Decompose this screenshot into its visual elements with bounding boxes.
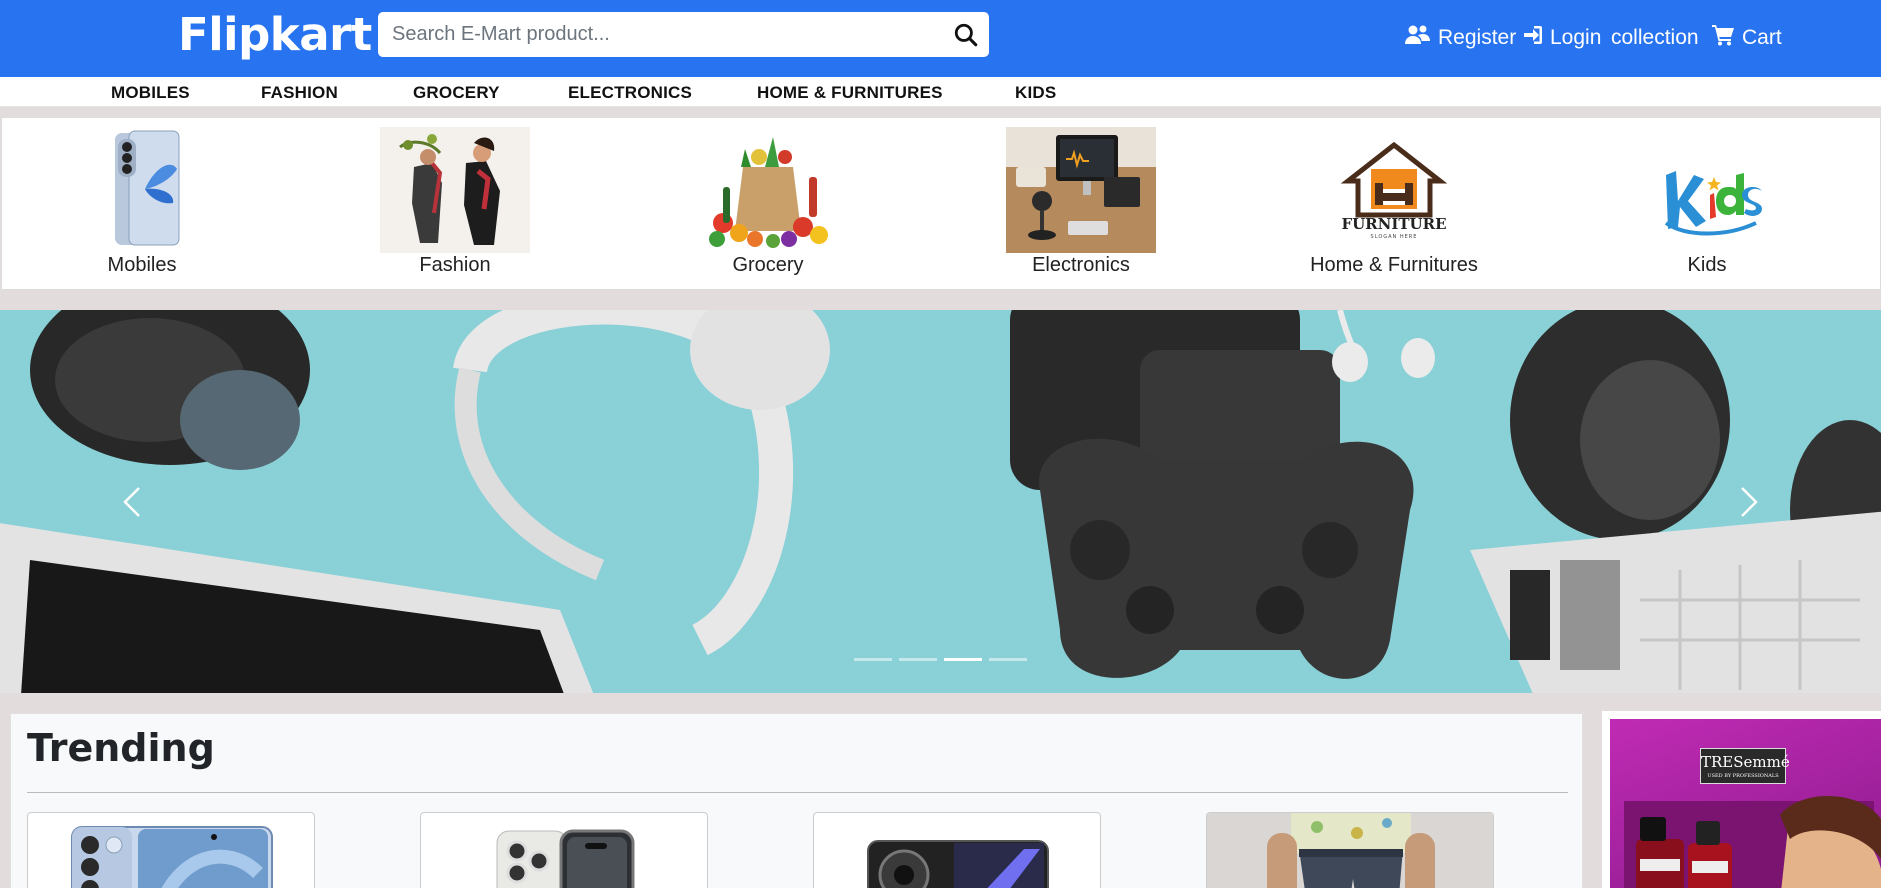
cart-link[interactable]: Cart (1712, 23, 1782, 53)
hero-carousel[interactable] (0, 310, 1881, 693)
carousel-indicator-active[interactable] (944, 658, 982, 661)
collection-link[interactable]: collection (1611, 23, 1699, 53)
grocery-image (709, 137, 828, 248)
register-label: Register (1438, 26, 1517, 49)
product-image (867, 840, 1049, 888)
tile-mobiles[interactable]: Mobiles (42, 118, 242, 290)
trending-title: Trending (27, 726, 215, 770)
collection-label: collection (1611, 26, 1699, 49)
login-link[interactable]: Login (1522, 23, 1601, 53)
nav-electronics[interactable]: ELECTRONICS (568, 83, 692, 103)
tile-label: Fashion (419, 254, 491, 276)
cart-label: Cart (1742, 26, 1782, 49)
product-image (1207, 813, 1493, 888)
sign-in-icon (1522, 24, 1544, 52)
tile-electronics[interactable]: Electronics (981, 118, 1181, 290)
trending-section: Trending (10, 713, 1583, 888)
nav-kids[interactable]: KIDS (1015, 83, 1056, 103)
tile-label: Home & Furnitures (1310, 254, 1478, 276)
nav-home-furnitures[interactable]: HOME & FURNITURES (757, 83, 943, 103)
ad-brand-text: TRESemmé (1701, 753, 1790, 771)
search-icon[interactable] (953, 22, 979, 48)
tile-label: Electronics (1032, 254, 1130, 276)
nav-grocery[interactable]: GROCERY (413, 83, 500, 103)
product-card[interactable] (813, 812, 1101, 888)
carousel-indicator[interactable] (989, 658, 1027, 661)
tile-label: Grocery (732, 254, 804, 276)
tile-label: Mobiles (107, 254, 177, 276)
ad-tagline-text: USED BY PROFESSIONALS (1707, 773, 1779, 779)
product-image (71, 826, 273, 888)
users-icon (1404, 24, 1432, 52)
search-bar (378, 12, 989, 57)
product-card[interactable] (1206, 812, 1494, 888)
category-nav: MOBILES FASHION GROCERY ELECTRONICS HOME… (0, 77, 1881, 107)
search-input[interactable] (392, 12, 932, 57)
carousel-prev-icon[interactable] (113, 482, 153, 522)
ad-artwork (1624, 795, 1881, 888)
furniture-logo-text: FURNITURE (1341, 215, 1446, 233)
carousel-slide-image (0, 310, 1881, 693)
fashion-image (380, 127, 530, 253)
tile-label: Kids (1687, 254, 1727, 276)
product-card[interactable] (420, 812, 708, 888)
nav-mobiles[interactable]: MOBILES (111, 83, 190, 103)
section-divider (27, 792, 1568, 793)
product-card[interactable] (27, 812, 315, 888)
brand-logo[interactable]: Flipkart (178, 8, 372, 61)
ad-brand-logo: TRESemmé USED BY PROFESSIONALS (1700, 748, 1790, 784)
mobiles-image (115, 130, 180, 246)
carousel-next-icon[interactable] (1728, 482, 1768, 522)
furniture-logo-image: FURNITURE SLOGAN HERE (1340, 141, 1448, 240)
carousel-indicator[interactable] (899, 658, 937, 661)
tile-fashion[interactable]: Fashion (355, 118, 555, 290)
login-label: Login (1550, 26, 1602, 49)
register-link[interactable]: Register (1404, 23, 1516, 53)
carousel-indicator[interactable] (854, 658, 892, 661)
top-header: Flipkart Register Login collection Cart (0, 0, 1881, 77)
tile-kids[interactable]: Kids (1607, 118, 1807, 290)
tile-grocery[interactable]: Grocery (668, 118, 868, 290)
tile-home-furnitures[interactable]: FURNITURE SLOGAN HERE Home & Furnitures (1294, 118, 1494, 290)
category-tiles: Mobiles Fashion Grocery Electronics FURN… (1, 117, 1881, 290)
cart-icon (1712, 24, 1736, 52)
electronics-image (1006, 127, 1156, 253)
furniture-slogan-text: SLOGAN HERE (1371, 234, 1418, 240)
ad-image: TRESemmé USED BY PROFESSIONALS (1610, 719, 1881, 888)
kids-logo-image (1664, 171, 1762, 236)
product-image (496, 829, 635, 888)
nav-fashion[interactable]: FASHION (261, 83, 338, 103)
ad-banner[interactable]: TRESemmé USED BY PROFESSIONALS (1602, 711, 1881, 888)
